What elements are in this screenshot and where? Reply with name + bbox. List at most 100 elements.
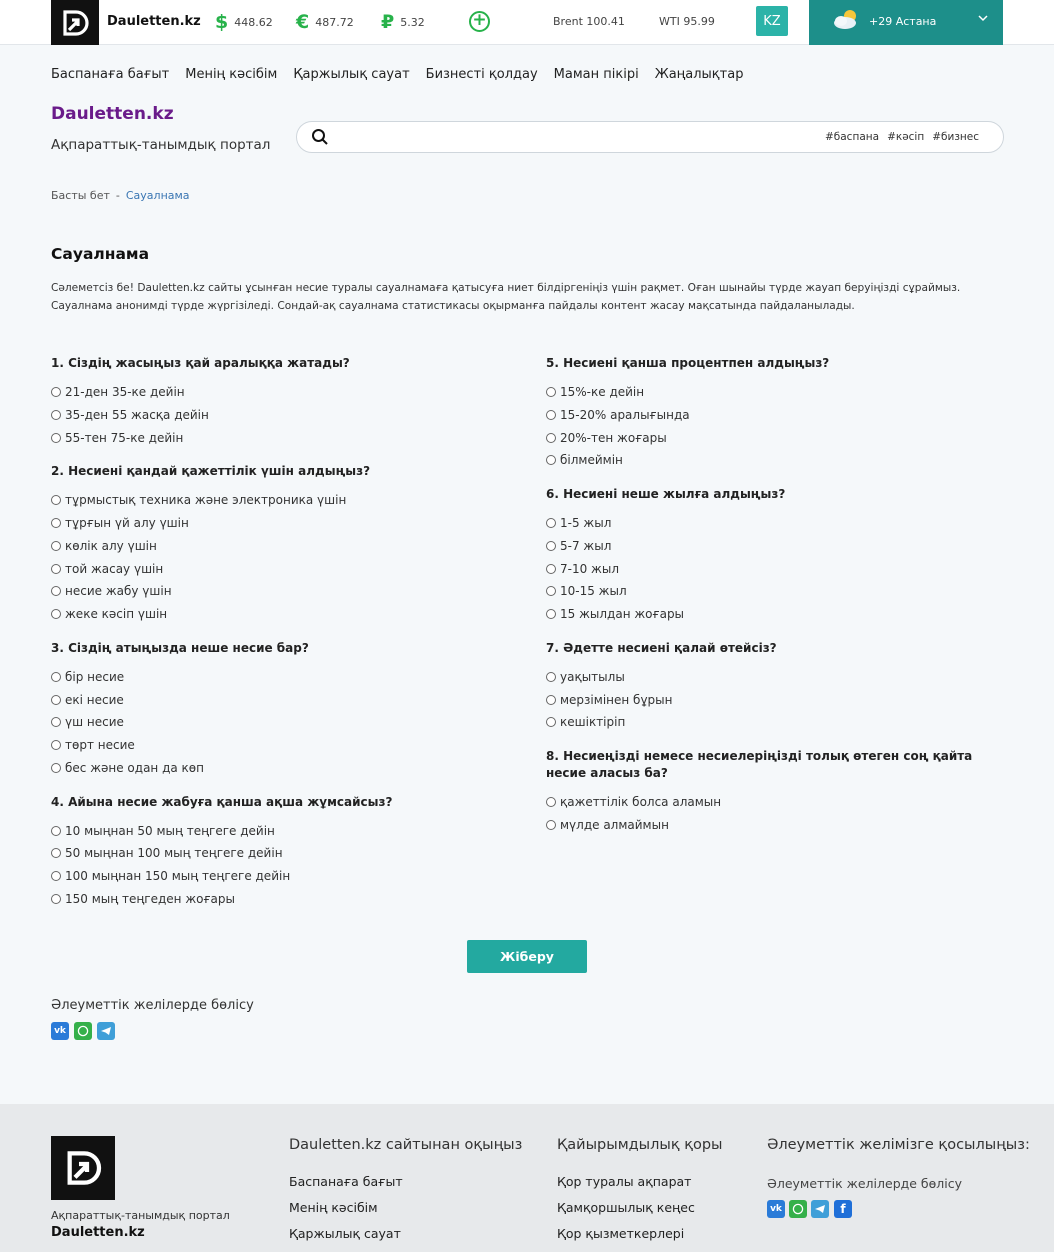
footer-link-fund-info[interactable]: Қор туралы ақпарат: [557, 1174, 691, 1189]
radio-button[interactable]: [546, 433, 556, 443]
question-2-option-5[interactable]: несие жабу үшін: [51, 584, 172, 598]
question-4-option-4[interactable]: 150 мың теңгеден жоғары: [51, 892, 235, 906]
nav-item-business-support[interactable]: Бизнесті қолдау: [426, 67, 538, 82]
radio-button[interactable]: [546, 564, 556, 574]
radio-button[interactable]: [546, 797, 556, 807]
radio-button[interactable]: [546, 609, 556, 619]
radio-button[interactable]: [546, 455, 556, 465]
search-icon[interactable]: [311, 128, 329, 146]
question-3-option-4[interactable]: төрт несие: [51, 738, 135, 752]
radio-button[interactable]: [51, 518, 61, 528]
question-6-option-3[interactable]: 7-10 жыл: [546, 562, 619, 576]
radio-button[interactable]: [546, 820, 556, 830]
tag-business[interactable]: #кәсіп: [887, 131, 924, 143]
radio-button[interactable]: [51, 564, 61, 574]
question-3-option-2[interactable]: екі несие: [51, 693, 124, 707]
nav-item-expert-opinion[interactable]: Маман пікірі: [554, 67, 639, 82]
radio-button[interactable]: [546, 410, 556, 420]
radio-button[interactable]: [51, 763, 61, 773]
question-7-option-3[interactable]: кешіктіріп: [546, 715, 625, 729]
question-3-option-1[interactable]: бір несие: [51, 670, 124, 684]
radio-button[interactable]: [51, 848, 61, 858]
question-2-option-2[interactable]: тұрғын үй алу үшін: [51, 516, 189, 530]
question-2-option-4[interactable]: той жасау үшін: [51, 562, 163, 576]
radio-button[interactable]: [546, 717, 556, 727]
radio-button[interactable]: [51, 586, 61, 596]
breadcrumb-current[interactable]: Сауалнама: [126, 189, 190, 202]
footer-link-my-business[interactable]: Менің кәсібім: [289, 1200, 378, 1215]
breadcrumb-home[interactable]: Басты бет: [51, 189, 110, 202]
vk-icon[interactable]: vk: [767, 1200, 785, 1218]
radio-button[interactable]: [546, 518, 556, 528]
question-1-option-3[interactable]: 55-тен 75-ке дейін: [51, 431, 183, 445]
nav-item-financial-literacy[interactable]: Қаржылық сауат: [293, 67, 409, 82]
radio-button[interactable]: [51, 740, 61, 750]
question-7-option-2[interactable]: мерзімінен бұрын: [546, 693, 672, 707]
nav-item-housing[interactable]: Баспанаға бағыт: [51, 67, 169, 82]
question-1-option-1[interactable]: 21-ден 35-ке дейін: [51, 385, 185, 399]
radio-button[interactable]: [51, 541, 61, 551]
radio-button[interactable]: [51, 410, 61, 420]
radio-button[interactable]: [51, 387, 61, 397]
whatsapp-icon[interactable]: [74, 1022, 92, 1040]
question-6-option-4[interactable]: 10-15 жыл: [546, 584, 627, 598]
question-8-option-2[interactable]: мүлде алмаймын: [546, 818, 669, 832]
question-3-option-3[interactable]: үш несие: [51, 715, 124, 729]
nav-item-my-business[interactable]: Менің кәсібім: [185, 67, 277, 82]
radio-button[interactable]: [51, 495, 61, 505]
more-rates-plus-icon[interactable]: +: [469, 11, 490, 32]
question-5-option-2[interactable]: 15-20% аралығында: [546, 408, 690, 422]
vk-icon[interactable]: vk: [51, 1022, 69, 1040]
footer-site-name[interactable]: Dauletten.kz: [51, 1225, 145, 1240]
question-7-option-1[interactable]: уақытылы: [546, 670, 625, 684]
language-switch-button[interactable]: KZ: [756, 6, 788, 36]
question-5-option-1[interactable]: 15%-ке дейін: [546, 385, 644, 399]
question-4-option-3[interactable]: 100 мыңнан 150 мың теңгеге дейін: [51, 869, 290, 883]
radio-button[interactable]: [546, 586, 556, 596]
footer-logo[interactable]: [51, 1136, 115, 1200]
question-1-option-2[interactable]: 35-ден 55 жасқа дейін: [51, 408, 209, 422]
nav-item-news[interactable]: Жаңалықтар: [655, 67, 744, 82]
chevron-down-icon[interactable]: [977, 12, 989, 24]
radio-button[interactable]: [51, 609, 61, 619]
footer-link-trustee-council[interactable]: Қамқоршылық кеңес: [557, 1200, 695, 1215]
question-6-option-5[interactable]: 15 жылдан жоғары: [546, 607, 684, 621]
site-name[interactable]: Dauletten.kz: [107, 14, 201, 29]
question-2-option-6[interactable]: жеке кәсіп үшін: [51, 607, 167, 621]
question-6-option-2[interactable]: 5-7 жыл: [546, 539, 611, 553]
radio-button[interactable]: [546, 672, 556, 682]
radio-button[interactable]: [51, 871, 61, 881]
question-2-option-3[interactable]: көлік алу үшін: [51, 539, 157, 553]
question-8-option-1[interactable]: қажеттілік болса аламын: [546, 795, 721, 809]
question-4-option-1[interactable]: 10 мыңнан 50 мың теңгеге дейін: [51, 824, 275, 838]
question-5-option-3[interactable]: 20%-тен жоғары: [546, 431, 667, 445]
site-logo[interactable]: [51, 0, 99, 45]
whatsapp-icon[interactable]: [789, 1200, 807, 1218]
radio-button[interactable]: [51, 894, 61, 904]
question-3-option-5[interactable]: бес және одан да көп: [51, 761, 204, 775]
radio-button[interactable]: [51, 717, 61, 727]
radio-button[interactable]: [546, 695, 556, 705]
radio-button[interactable]: [51, 695, 61, 705]
footer-link-financial-literacy[interactable]: Қаржылық сауат: [289, 1226, 401, 1241]
telegram-icon[interactable]: [811, 1200, 829, 1218]
brand-title[interactable]: Dauletten.kz: [51, 104, 174, 124]
radio-button[interactable]: [546, 541, 556, 551]
radio-button[interactable]: [51, 433, 61, 443]
tag-bizness[interactable]: #бизнес: [932, 131, 979, 143]
radio-button[interactable]: [51, 826, 61, 836]
question-2-option-1[interactable]: тұрмыстық техника және электроника үшін: [51, 493, 346, 507]
question-4-option-2[interactable]: 50 мыңнан 100 мың теңгеге дейін: [51, 846, 283, 860]
radio-button[interactable]: [546, 387, 556, 397]
facebook-icon[interactable]: f: [834, 1200, 852, 1218]
submit-button[interactable]: Жіберу: [467, 940, 587, 973]
question-5-option-4[interactable]: білмеймін: [546, 453, 623, 467]
telegram-icon[interactable]: [97, 1022, 115, 1040]
footer-link-fund-staff[interactable]: Қор қызметкерлері: [557, 1226, 684, 1241]
radio-button[interactable]: [51, 672, 61, 682]
question-6-option-1[interactable]: 1-5 жыл: [546, 516, 611, 530]
weather-widget[interactable]: +29 Астана: [809, 0, 1003, 45]
footer-link-housing[interactable]: Баспанаға бағыт: [289, 1174, 403, 1189]
tag-housing[interactable]: #баспана: [825, 131, 879, 143]
search-input[interactable]: [339, 126, 819, 148]
